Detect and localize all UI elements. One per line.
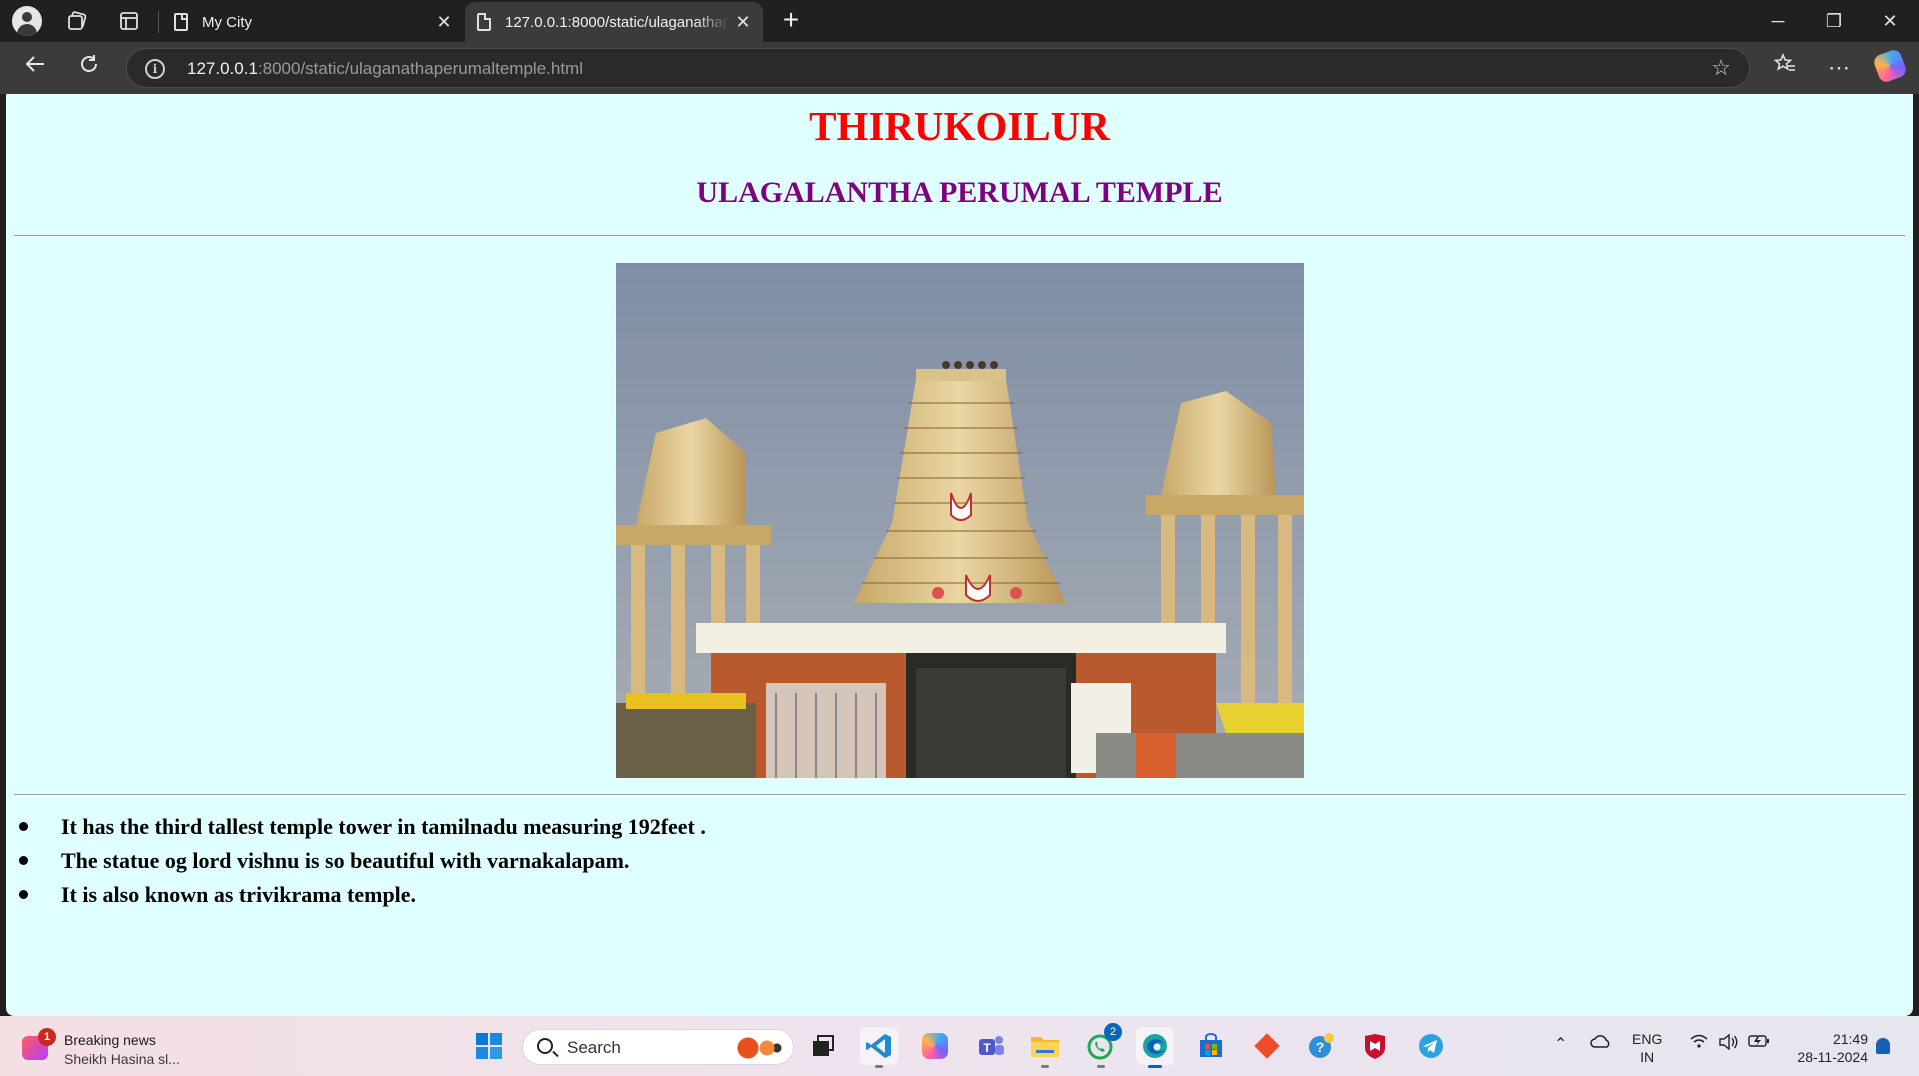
python-help-icon: ? [1309,1033,1334,1058]
copilot-taskbar-app[interactable] [916,1027,954,1065]
favorites-list-icon [1773,53,1795,71]
news-badge: 1 [38,1028,56,1046]
vscode-taskbar-app[interactable] [860,1027,898,1068]
refresh-button[interactable] [72,51,106,85]
page-subtitle: ULAGALANTHA PERUMAL TEMPLE [696,176,1223,209]
python-taskbar-app[interactable]: ? [1302,1027,1340,1065]
tab-strip: My City ✕ 127.0.0.1:8000/static/ulaganat… [0,0,1919,42]
show-hidden-icons-button[interactable]: ⌃ [1554,1034,1567,1054]
search-highlight-icon [733,1035,783,1061]
page-icon [174,13,188,31]
vscode-icon [866,1034,891,1058]
edge-icon [1143,1034,1167,1058]
new-tab-button[interactable]: + [776,6,806,36]
favorites-button[interactable] [1768,51,1802,85]
notification-bell-icon[interactable] [1876,1038,1890,1054]
tab-actions-button[interactable] [114,6,144,36]
page-icon [477,13,491,31]
whatsapp-taskbar-app[interactable]: 2 [1082,1023,1122,1068]
teams-taskbar-app[interactable]: T [972,1027,1010,1065]
temple-photo [616,263,1304,778]
workspaces-icon [68,11,87,30]
profile-avatar-icon [12,6,42,36]
battery-icon[interactable] [1748,1034,1770,1053]
bullet-icon [19,890,28,899]
tab-title: My City [202,13,252,31]
task-view-button[interactable] [804,1027,842,1065]
mcafee-shield-icon [1365,1034,1385,1059]
close-tab-icon[interactable]: ✕ [729,12,757,33]
more-options-button[interactable]: ⋯ [1822,51,1856,85]
git-taskbar-app[interactable] [1248,1027,1286,1065]
browser-toolbar: i 127.0.0.1:8000/static/ulaganathaperuma… [0,42,1919,94]
news-widget[interactable]: 1 Breaking news Sheikh Hasina sl... [20,1028,220,1068]
mcafee-taskbar-app[interactable] [1356,1027,1394,1065]
diamond-app-icon [1254,1033,1280,1059]
start-button[interactable] [470,1027,508,1065]
file-explorer-taskbar-app[interactable] [1026,1027,1064,1068]
telegram-icon [1419,1034,1443,1058]
tab-temple-page[interactable]: 127.0.0.1:8000/static/ulaganathaperumalt… [465,2,763,42]
search-placeholder: Search [567,1038,621,1057]
minimize-button[interactable]: ─ [1750,0,1806,42]
windows-start-icon [476,1033,502,1059]
taskbar-search[interactable]: Search [522,1029,794,1065]
language-indicator[interactable]: ENG IN [1632,1030,1662,1066]
bullet-icon [19,856,28,865]
whatsapp-badge: 2 [1104,1023,1122,1041]
bullet-icon [19,822,28,831]
divider [14,235,1905,237]
refresh-icon [81,55,97,72]
clock-date: 28-11-2024 [1797,1049,1868,1065]
clock[interactable]: 21:49 28-11-2024 [1786,1030,1868,1066]
page-viewport: THIRUKOILUR ULAGALANTHA PERUMAL TEMPLE I… [6,94,1913,1016]
telegram-taskbar-app[interactable] [1412,1027,1450,1065]
tab-actions-icon [120,12,138,30]
news-subtitle: Sheikh Hasina sl... [64,1051,180,1067]
tab-divider [158,11,159,33]
onedrive-icon[interactable] [1590,1034,1612,1053]
divider [14,794,1905,796]
folder-icon [1031,1037,1059,1057]
store-icon [1200,1033,1222,1057]
wifi-icon[interactable] [1690,1034,1708,1053]
teams-icon: T [979,1036,1004,1055]
news-title: Breaking news [64,1032,156,1048]
back-arrow-icon [25,56,44,72]
list-item: It is also known as trivikrama temple. [14,878,706,912]
svg-text:?: ? [1316,1039,1325,1055]
workspaces-button[interactable] [62,6,92,36]
close-tab-icon[interactable]: ✕ [430,12,458,33]
store-taskbar-app[interactable] [1192,1027,1230,1065]
address-url[interactable]: 127.0.0.1:8000/static/ulaganathaperumalt… [187,59,583,79]
search-icon [537,1038,553,1054]
facts-list: It has the third tallest temple tower in… [14,810,706,912]
list-item: It has the third tallest temple tower in… [14,810,706,844]
clock-time: 21:49 [1832,1031,1868,1047]
close-window-button[interactable]: ✕ [1862,0,1918,42]
profile-button[interactable] [12,6,42,36]
site-info-icon[interactable]: i [145,59,165,79]
edge-taskbar-app[interactable] [1136,1027,1174,1068]
back-button[interactable] [18,51,52,85]
restore-button[interactable]: ❐ [1806,0,1862,42]
task-view-icon [813,1035,834,1056]
tab-title: 127.0.0.1:8000/static/ulaganathaperumalt… [505,13,729,31]
favorite-star-icon[interactable]: ☆ [1711,55,1731,81]
address-bar[interactable]: i 127.0.0.1:8000/static/ulaganathaperuma… [126,48,1750,88]
volume-icon[interactable] [1718,1033,1738,1055]
svg-text:T: T [983,1041,991,1055]
tab-my-city[interactable]: My City ✕ [162,2,464,42]
page-title: THIRUKOILUR [809,103,1110,149]
copilot-app-icon [922,1033,948,1059]
list-item: The statue og lord vishnu is so beautifu… [14,844,706,878]
taskbar: 1 Breaking news Sheikh Hasina sl... Sear… [0,1016,1919,1076]
